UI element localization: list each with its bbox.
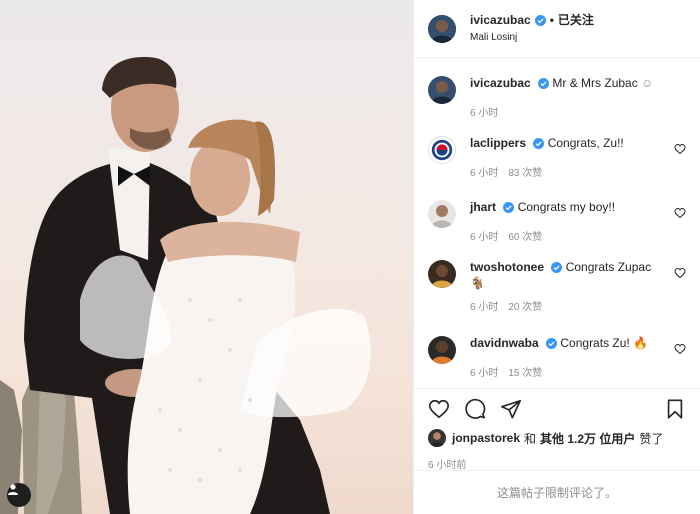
comment-username[interactable]: jhart <box>470 200 496 214</box>
like-button[interactable] <box>428 398 450 420</box>
comment-like-count[interactable]: 60 次赞 <box>508 232 542 243</box>
comment-text: Congrats, Zu!! <box>547 136 624 150</box>
caption-username[interactable]: ivicazubac <box>470 76 531 90</box>
likes-suffix: 赞了 <box>639 431 664 446</box>
comment-text: Congrats Zu! <box>560 336 630 350</box>
comment-time[interactable]: 6 小时 <box>470 368 498 379</box>
user-tag-button[interactable] <box>7 483 31 507</box>
post-actions: jonpastorek 和 其他 1.2万 位用户 赞了 6 小时前 <box>414 388 700 471</box>
commenter-avatar[interactable] <box>428 200 456 228</box>
caption-item: ivicazubac Mr & Mrs Zubac ☺ 6 小时 <box>428 70 686 119</box>
comment-username[interactable]: twoshotonee <box>470 260 544 274</box>
likes-and-text: 和 <box>524 431 537 446</box>
verified-badge-icon <box>538 78 550 90</box>
comment-item: davidnwaba Congrats Zu! 🔥 6 小时 15 次赞 <box>428 330 686 379</box>
comment-button[interactable] <box>464 398 486 420</box>
verified-badge-icon <box>533 138 545 150</box>
post-timestamp[interactable]: 6 小时前 <box>428 456 686 471</box>
comment-time[interactable]: 6 小时 <box>470 232 498 243</box>
heart-icon <box>429 399 449 419</box>
comment-text: Congrats my boy!! <box>517 200 616 214</box>
post-header: ivicazubac • 已关注 Mali Losinj <box>414 0 700 58</box>
comment-time[interactable]: 6 小时 <box>470 302 498 313</box>
save-button[interactable] <box>664 398 686 420</box>
post-side-panel: ivicazubac • 已关注 Mali Losinj ivicazubac … <box>413 0 700 514</box>
wedding-photo-illustration <box>0 57 371 514</box>
author-avatar-image <box>428 14 456 43</box>
comment-username[interactable]: laclippers <box>470 136 526 150</box>
caption-text: Mr & Mrs Zubac <box>552 76 638 90</box>
separator-dot: • <box>549 12 554 27</box>
heart-icon[interactable] <box>674 267 686 279</box>
commenter-avatar[interactable] <box>428 136 456 164</box>
follow-status-button[interactable]: 已关注 <box>558 13 594 28</box>
verified-badge-icon <box>551 262 563 274</box>
post-dialog: ivicazubac • 已关注 Mali Losinj ivicazubac … <box>0 0 700 514</box>
author-username[interactable]: ivicazubac <box>470 13 531 28</box>
commenter-avatar[interactable] <box>428 336 456 364</box>
comment-item: laclippers Congrats, Zu!! 6 小时 83 次赞 <box>428 130 686 179</box>
verified-badge-icon <box>534 14 546 26</box>
verified-badge-icon <box>503 202 515 214</box>
post-location[interactable]: Mali Losinj <box>470 32 594 45</box>
comment-emoji: 🐐 <box>470 276 485 290</box>
comment-like-count[interactable]: 83 次赞 <box>508 168 542 179</box>
comment-item: twoshotonee Congrats Zupac 🐐 6 小时 20 次赞 <box>428 254 686 313</box>
comment-item: jhart Congrats my boy!! 6 小时 60 次赞 <box>428 194 686 243</box>
user-tag-icon <box>8 484 18 495</box>
share-button[interactable] <box>500 398 522 420</box>
caption-time[interactable]: 6 小时 <box>470 108 498 119</box>
caption-author-avatar[interactable] <box>428 76 456 104</box>
likes-summary: jonpastorek 和 其他 1.2万 位用户 赞了 <box>428 429 686 447</box>
comment-like-count[interactable]: 15 次赞 <box>508 368 542 379</box>
liker-avatar[interactable] <box>428 429 446 447</box>
verified-badge-icon <box>546 338 558 350</box>
comment-bubble-icon <box>465 398 486 419</box>
comment-emoji: 🔥 <box>633 336 649 350</box>
heart-icon[interactable] <box>674 143 686 155</box>
likes-others-count[interactable]: 其他 1.2万 位用户 <box>540 430 635 447</box>
post-photo[interactable] <box>0 0 413 514</box>
comment-like-count[interactable]: 20 次赞 <box>508 302 542 313</box>
comments-list: ivicazubac Mr & Mrs Zubac ☺ 6 小时 laclipp… <box>414 58 700 388</box>
bookmark-icon <box>667 399 683 419</box>
caption-emoji: ☺ <box>641 76 654 90</box>
heart-icon[interactable] <box>674 343 686 355</box>
liker-username[interactable]: jonpastorek <box>452 431 520 445</box>
comments-closed-notice: 这篇帖子限制评论了。 <box>414 470 700 514</box>
paper-plane-icon <box>501 399 521 419</box>
commenter-avatar[interactable] <box>428 260 456 288</box>
comment-time[interactable]: 6 小时 <box>470 168 498 179</box>
comment-text: Congrats Zupac <box>565 260 652 274</box>
author-avatar[interactable] <box>428 14 456 43</box>
heart-icon[interactable] <box>674 207 686 219</box>
comment-username[interactable]: davidnwaba <box>470 336 539 350</box>
